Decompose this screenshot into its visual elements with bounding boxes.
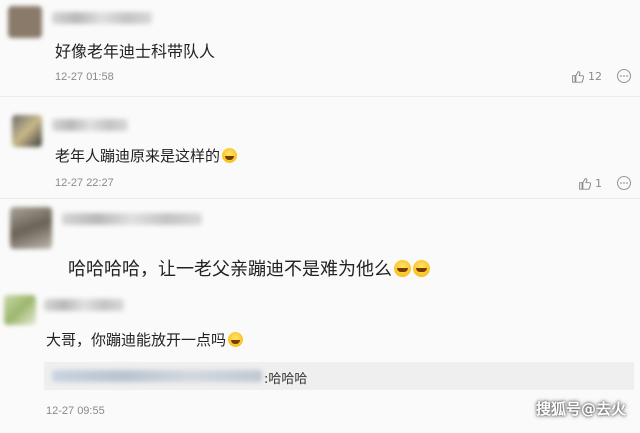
username-blurred[interactable] [52,119,128,131]
comment-1: 好像老年迪士科带队人 12-27 01:58 12 [0,0,640,95]
comment-time: 12-27 01:58 [55,71,114,83]
comment-time: 12-27 09:55 [46,405,105,417]
avatar[interactable] [10,207,52,249]
reply-preview[interactable]: :哈哈哈 [44,362,634,390]
avatar[interactable] [4,295,36,325]
avatar[interactable] [12,115,42,147]
laugh-emoji-icon [394,260,411,277]
comment-text: 好像老年迪士科带队人 [55,42,216,61]
like-count: 1 [595,177,602,190]
laugh-emoji-icon [413,260,430,277]
username-blurred[interactable] [44,299,124,311]
reply-author-blurred [52,370,262,382]
thumbs-up-icon [572,71,584,83]
like-button[interactable]: 12 [571,70,602,83]
comment-time: 12-27 22:27 [55,177,114,189]
avatar[interactable] [8,6,42,38]
reply-text: :哈哈哈 [264,372,308,387]
comment-text: 哈哈哈哈，让一老父亲蹦迪不是难为他么 [68,255,430,281]
more-dots-icon[interactable] [616,68,632,84]
laugh-emoji-icon [222,148,238,163]
like-button[interactable]: 1 [578,177,602,190]
comment-3: 哈哈哈哈，让一老父亲蹦迪不是难为他么 [0,199,640,289]
username-blurred[interactable] [52,12,152,24]
comment-text: 老年人蹦迪原来是这样的 [55,145,238,166]
like-count: 12 [588,70,602,83]
more-dots-icon[interactable] [616,175,632,191]
comment-text: 大哥，你蹦迪能放开一点吗 [46,329,244,350]
comment-2: 老年人蹦迪原来是这样的 12-27 22:27 1 [0,97,640,197]
watermark: 搜狐号@去火 [535,400,626,418]
laugh-emoji-icon [228,332,244,347]
thumbs-up-icon [579,178,591,190]
username-blurred[interactable] [62,213,202,225]
